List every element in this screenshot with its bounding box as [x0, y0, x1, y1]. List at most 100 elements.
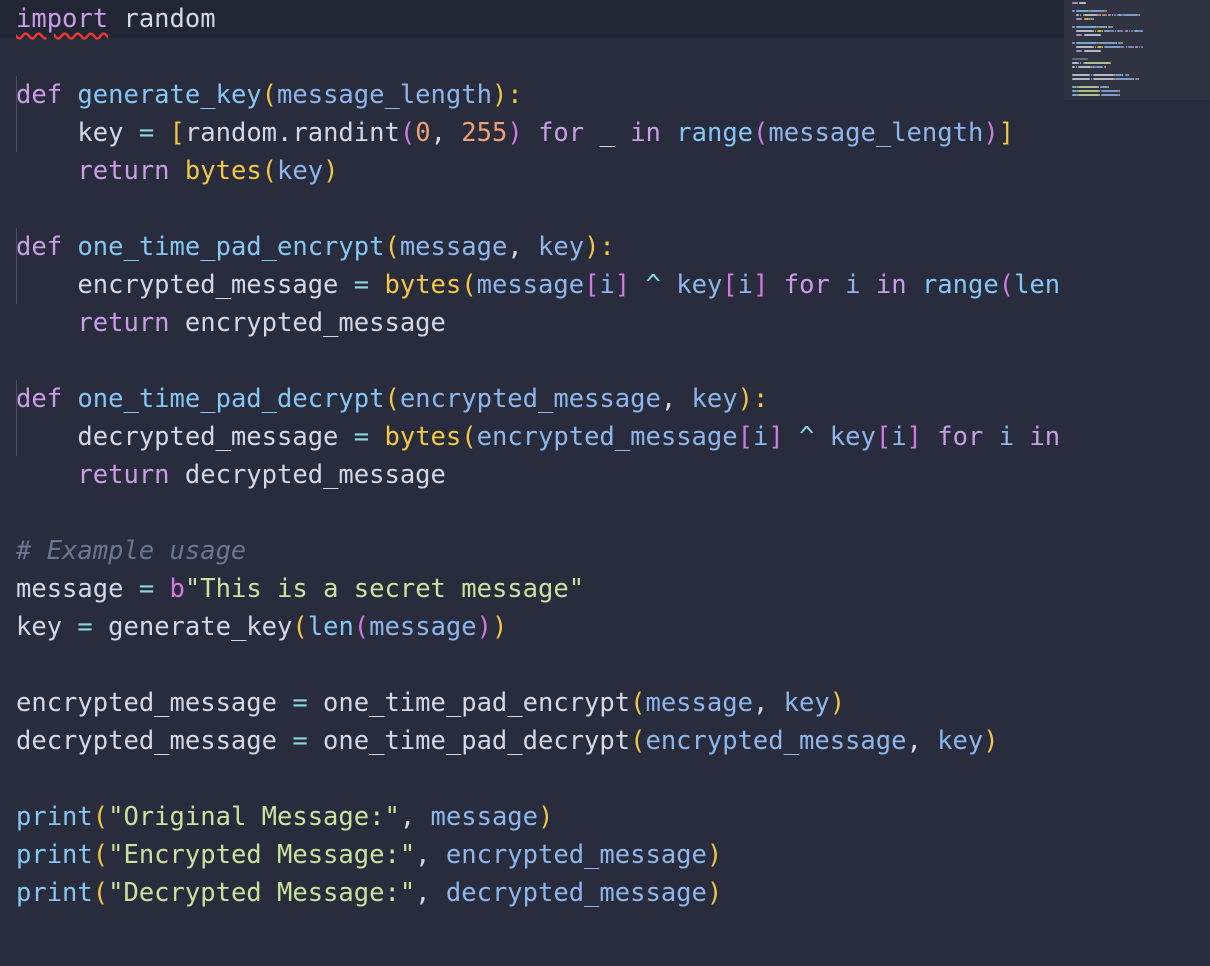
- minimap-line: [1103, 46, 1122, 48]
- code-line[interactable]: key = [random.randint(0, 255) for _ in r…: [16, 114, 1014, 152]
- code-token: (: [384, 232, 400, 262]
- minimap-line: [1076, 42, 1098, 44]
- code-token: ): [983, 118, 999, 148]
- code-line[interactable]: def one_time_pad_encrypt(message, key):: [16, 228, 615, 266]
- code-token: =: [138, 574, 155, 604]
- code-line[interactable]: print("Original Message:", message): [16, 798, 553, 836]
- code-token: [: [584, 270, 600, 300]
- code-line[interactable]: def one_time_pad_decrypt(encrypted_messa…: [16, 380, 768, 418]
- code-token: (: [630, 726, 646, 756]
- code-token: key: [783, 688, 830, 718]
- code-line[interactable]: import random: [16, 0, 216, 38]
- code-token: (: [461, 422, 477, 452]
- code-token: ): [491, 612, 508, 642]
- minimap-line: [1083, 14, 1099, 16]
- minimap-line: [1093, 18, 1095, 20]
- code-token: ): [983, 726, 999, 756]
- minimap-line: [1078, 94, 1100, 96]
- minimap-line: [1098, 26, 1106, 28]
- minimap[interactable]: [1064, 0, 1210, 966]
- minimap-line: [1104, 66, 1106, 68]
- code-token: len: [1014, 270, 1061, 300]
- minimap-line: [1076, 10, 1089, 12]
- code-token: =: [138, 118, 155, 148]
- minimap-line: [1110, 26, 1113, 28]
- code-token: (: [630, 688, 646, 718]
- minimap-line: [1104, 10, 1107, 12]
- code-token: random: [108, 4, 216, 34]
- code-line[interactable]: encrypted_message = one_time_pad_encrypt…: [16, 684, 845, 722]
- code-token: ,: [660, 384, 692, 414]
- code-token: decrypted_message: [16, 726, 293, 756]
- code-token: (: [399, 118, 416, 148]
- code-token: one_time_pad_encrypt: [77, 232, 385, 262]
- code-line[interactable]: # Example usage: [16, 532, 246, 570]
- code-token: for: [783, 270, 830, 300]
- code-line[interactable]: message = b"This is a secret message": [16, 570, 584, 608]
- code-token: key: [676, 270, 723, 300]
- code-token: key: [538, 232, 585, 262]
- code-line[interactable]: def generate_key(message_length):: [16, 76, 523, 114]
- code-token: decrypted_message: [445, 878, 707, 908]
- code-token: 255: [461, 118, 508, 148]
- code-token: [: [737, 422, 753, 452]
- code-token: print: [16, 878, 93, 908]
- code-token: ,: [399, 802, 431, 832]
- code-token: # Example usage: [16, 536, 247, 566]
- minimap-line: [1112, 30, 1114, 32]
- code-token: one_time_pad_encrypt: [307, 688, 631, 718]
- code-token: i: [998, 422, 1015, 452]
- code-token: ,: [415, 840, 446, 870]
- minimap-line: [1101, 90, 1120, 92]
- code-line[interactable]: decrypted_message = bytes(encrypted_mess…: [16, 418, 1060, 456]
- code-token: "This is a secret message": [184, 574, 585, 604]
- code-token: print: [16, 802, 93, 832]
- code-token: "Encrypted Message:": [108, 840, 416, 870]
- minimap-line: [1096, 66, 1104, 68]
- minimap-line: [1076, 18, 1083, 20]
- code-token: (: [261, 156, 278, 186]
- code-line[interactable]: encrypted_message = bytes(message[i] ^ k…: [16, 266, 1060, 304]
- minimap-line: [1089, 10, 1105, 12]
- code-token: ]: [614, 270, 631, 300]
- code-token: len: [307, 612, 354, 642]
- code-line[interactable]: print("Decrypted Message:", decrypted_me…: [16, 874, 722, 912]
- code-token: ,: [752, 688, 784, 718]
- minimap-line: [1079, 2, 1086, 4]
- minimap-line: [1072, 10, 1076, 12]
- code-token: key: [937, 726, 984, 756]
- minimap-line: [1078, 66, 1091, 68]
- code-token: (: [384, 384, 400, 414]
- code-line[interactable]: return decrypted_message: [16, 456, 446, 494]
- minimap-line: [1078, 90, 1100, 92]
- code-line[interactable]: return encrypted_message: [16, 304, 446, 342]
- minimap-line: [1105, 14, 1107, 16]
- code-line[interactable]: key = generate_key(len(message)): [16, 608, 507, 646]
- code-token: decrypted_message: [169, 460, 446, 490]
- code-token: bytes: [184, 156, 262, 186]
- code-area[interactable]: import random def generate_key(message_le…: [16, 0, 1064, 966]
- code-token: encrypted_message: [169, 308, 446, 338]
- code-token: random.randint: [184, 118, 400, 148]
- code-token: ^: [645, 270, 661, 300]
- minimap-line: [1130, 30, 1133, 32]
- code-editor[interactable]: import random def generate_key(message_le…: [0, 0, 1210, 966]
- code-token: range: [921, 270, 999, 300]
- code-line[interactable]: decrypted_message = one_time_pad_decrypt…: [16, 722, 999, 760]
- code-line[interactable]: return bytes(key): [16, 152, 338, 190]
- code-token: for: [538, 118, 585, 148]
- code-token: one_time_pad_decrypt: [77, 384, 385, 414]
- code-line[interactable]: print("Encrypted Message:", encrypted_me…: [16, 836, 722, 874]
- code-token: [: [169, 118, 185, 148]
